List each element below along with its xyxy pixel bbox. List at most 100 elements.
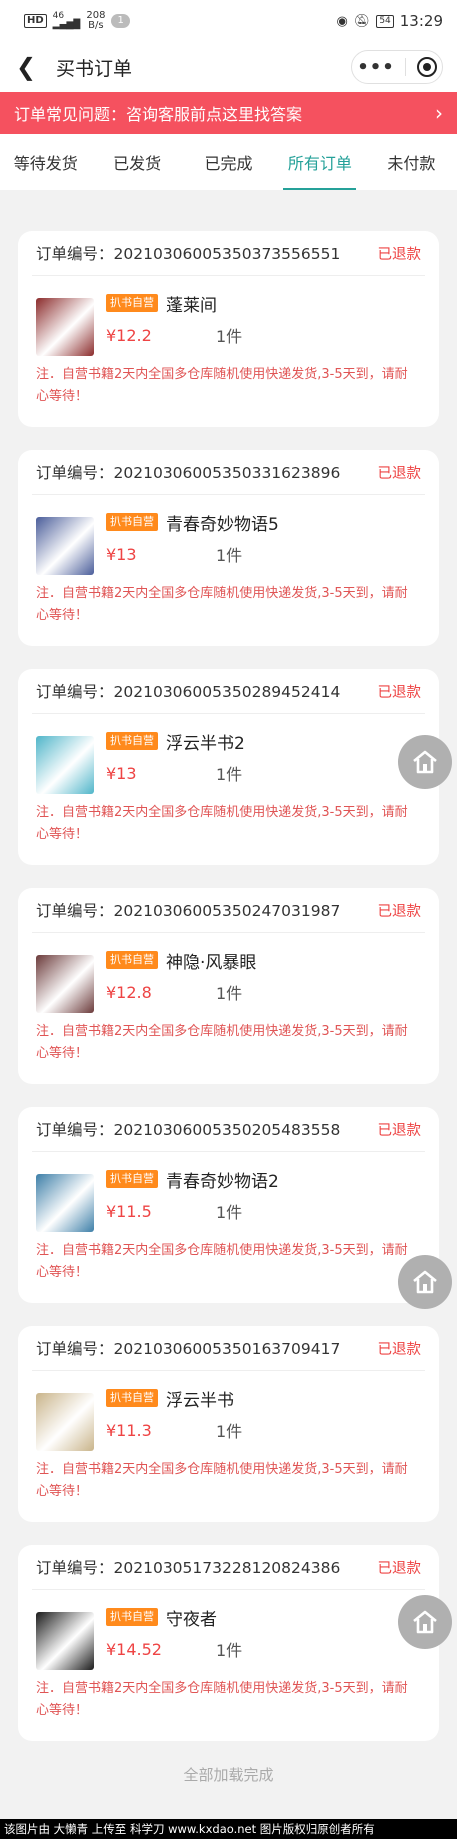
home-button[interactable] <box>398 1595 452 1649</box>
book-cover-image <box>36 1174 94 1232</box>
order-number: 订单编号：20210306005350205483558 <box>36 1121 341 1139</box>
order-card[interactable]: 订单编号：20210305173228120824386 已退款 扒书自营 守夜… <box>18 1545 439 1741</box>
home-button[interactable] <box>398 735 452 789</box>
status-badge: 已退款 <box>377 684 422 701</box>
order-header: 订单编号：20210305173228120824386 已退款 <box>32 1545 425 1590</box>
signal-icon: 46 ▂▄▆█ <box>52 11 81 30</box>
order-item[interactable]: 扒书自营 青春奇妙物语2 ¥11.5 1件 <box>36 1152 421 1240</box>
book-cover-image <box>36 955 94 1013</box>
book-quantity: 1件 <box>216 327 243 346</box>
book-title: 浮云半书 <box>166 1390 234 1411</box>
book-title: 蓬莱间 <box>166 295 217 316</box>
mute-bell-icon: 🔕︎ <box>353 13 371 29</box>
status-badge: 已退款 <box>377 1560 422 1577</box>
order-card[interactable]: 订单编号：20210306005350331623896 已退款 扒书自营 青春… <box>18 450 439 646</box>
clock: 13:29 <box>399 12 443 30</box>
shipping-note: 注．自营书籍2天内全国多仓库随机使用快递发货,3-5天到，请耐心等待！ <box>36 1681 408 1718</box>
book-cover-image <box>36 517 94 575</box>
order-card[interactable]: 订单编号：20210306005350205483558 已退款 扒书自营 青春… <box>18 1107 439 1303</box>
order-item[interactable]: 扒书自营 蓬莱间 ¥12.2 1件 <box>36 276 421 364</box>
order-item[interactable]: 扒书自营 浮云半书 ¥11.3 1件 <box>36 1371 421 1459</box>
book-price: ¥12.8 <box>106 982 152 1002</box>
self-operated-badge: 扒书自营 <box>106 732 158 750</box>
home-icon <box>413 1610 437 1634</box>
self-operated-badge: 扒书自营 <box>106 951 158 969</box>
home-icon <box>413 750 437 774</box>
book-price: ¥11.5 <box>106 1201 152 1221</box>
load-complete-text: 全部加载完成 <box>183 1766 274 1784</box>
book-price: ¥11.3 <box>106 1420 152 1440</box>
book-price: ¥13 <box>106 763 137 783</box>
self-operated-badge: 扒书自营 <box>106 1170 158 1188</box>
tab-all-orders[interactable]: 所有订单 <box>274 134 365 190</box>
notification-count-badge: 1 <box>111 14 130 28</box>
order-item[interactable]: 扒书自营 守夜者 ¥14.52 1件 <box>36 1590 421 1678</box>
order-header: 订单编号：20210306005350163709417 已退款 <box>32 1326 425 1371</box>
order-header: 订单编号：20210306005350247031987 已退款 <box>32 888 425 933</box>
home-button[interactable] <box>398 1255 452 1309</box>
nav-bar: ❮ 买书订单 ••• <box>0 42 457 92</box>
order-list: 订单编号：20210306005350373556551 已退款 扒书自营 蓬莱… <box>0 190 457 1785</box>
order-number: 订单编号：20210306005350289452414 <box>36 683 341 701</box>
net-speed: 208 B/s <box>86 10 106 31</box>
self-operated-badge: 扒书自营 <box>106 513 158 531</box>
hd-indicator: HD <box>24 14 47 28</box>
shipping-note: 注．自营书籍2天内全国多仓库随机使用快递发货,3-5天到，请耐心等待！ <box>36 586 408 623</box>
order-item[interactable]: 扒书自营 神隐·风暴眼 ¥12.8 1件 <box>36 933 421 1021</box>
capsule-divider <box>405 58 407 76</box>
order-item[interactable]: 扒书自营 浮云半书2 ¥13 1件 <box>36 714 421 802</box>
book-cover-image <box>36 1612 94 1670</box>
page-title: 买书订单 <box>56 57 133 80</box>
book-title: 青春奇妙物语2 <box>166 1171 279 1192</box>
close-target-icon[interactable] <box>416 57 437 77</box>
order-header: 订单编号：20210306005350289452414 已退款 <box>32 669 425 714</box>
eye-icon: ◉ <box>336 13 348 29</box>
order-number: 订单编号：20210306005350331623896 <box>36 464 341 482</box>
watermark-bar: 该图片由 大懒青 上传至 科学刀 www.kxdao.net 图片版权归原创者所… <box>0 1819 457 1839</box>
book-cover-image <box>36 298 94 356</box>
tab-unpaid[interactable]: 未付款 <box>366 134 457 190</box>
shipping-note: 注．自营书籍2天内全国多仓库随机使用快递发货,3-5天到，请耐心等待！ <box>36 367 408 404</box>
order-header: 订单编号：20210306005350205483558 已退款 <box>32 1107 425 1152</box>
book-title: 守夜者 <box>166 1609 217 1630</box>
status-badge: 已退款 <box>377 1122 422 1139</box>
book-price: ¥14.52 <box>106 1639 162 1659</box>
home-icon <box>413 1270 437 1294</box>
order-header: 订单编号：20210306005350331623896 已退款 <box>32 450 425 495</box>
tab-completed[interactable]: 已完成 <box>183 134 274 190</box>
order-number: 订单编号：20210305173228120824386 <box>36 1559 341 1577</box>
status-bar: HD 46 ▂▄▆█ 208 B/s 1 ◉ 🔕︎ 54 13:29 <box>0 0 457 42</box>
status-badge: 已退款 <box>377 1341 422 1358</box>
order-card[interactable]: 订单编号：20210306005350163709417 已退款 扒书自营 浮云… <box>18 1326 439 1522</box>
book-title: 浮云半书2 <box>166 733 245 754</box>
order-number: 订单编号：20210306005350163709417 <box>36 1340 341 1358</box>
book-quantity: 1件 <box>216 1203 243 1222</box>
book-quantity: 1件 <box>216 1641 243 1660</box>
more-dots-icon[interactable]: ••• <box>357 57 395 78</box>
book-title: 神隐·风暴眼 <box>166 952 257 973</box>
book-cover-image <box>36 736 94 794</box>
shipping-note: 注．自营书籍2天内全国多仓库随机使用快递发货,3-5天到，请耐心等待！ <box>36 805 408 842</box>
book-quantity: 1件 <box>216 984 243 1003</box>
book-price: ¥12.2 <box>106 325 152 345</box>
chevron-right-icon: › <box>435 101 443 125</box>
status-badge: 已退款 <box>377 903 422 920</box>
order-card[interactable]: 订单编号：20210306005350289452414 已退款 扒书自营 浮云… <box>18 669 439 865</box>
back-arrow-icon[interactable]: ❮ <box>16 53 46 81</box>
tab-shipped[interactable]: 已发货 <box>91 134 182 190</box>
miniprogram-capsule: ••• <box>351 50 443 84</box>
shipping-note: 注．自营书籍2天内全国多仓库随机使用快递发货,3-5天到，请耐心等待！ <box>36 1462 408 1499</box>
book-quantity: 1件 <box>216 546 243 565</box>
faq-banner-text: 订单常见问题：咨询客服前点这里找答案 <box>14 105 303 124</box>
order-number: 订单编号：20210306005350247031987 <box>36 902 341 920</box>
order-number: 订单编号：20210306005350373556551 <box>36 245 341 263</box>
book-cover-image <box>36 1393 94 1451</box>
order-item[interactable]: 扒书自营 青春奇妙物语5 ¥13 1件 <box>36 495 421 583</box>
order-card[interactable]: 订单编号：20210306005350247031987 已退款 扒书自营 神隐… <box>18 888 439 1084</box>
status-badge: 已退款 <box>377 465 422 482</box>
faq-banner[interactable]: 订单常见问题：咨询客服前点这里找答案 › <box>0 92 457 134</box>
order-card[interactable]: 订单编号：20210306005350373556551 已退款 扒书自营 蓬莱… <box>18 231 439 427</box>
shipping-note: 注．自营书籍2天内全国多仓库随机使用快递发货,3-5天到，请耐心等待！ <box>36 1024 408 1061</box>
tab-pending-shipment[interactable]: 等待发货 <box>0 134 91 190</box>
status-badge: 已退款 <box>377 246 422 263</box>
